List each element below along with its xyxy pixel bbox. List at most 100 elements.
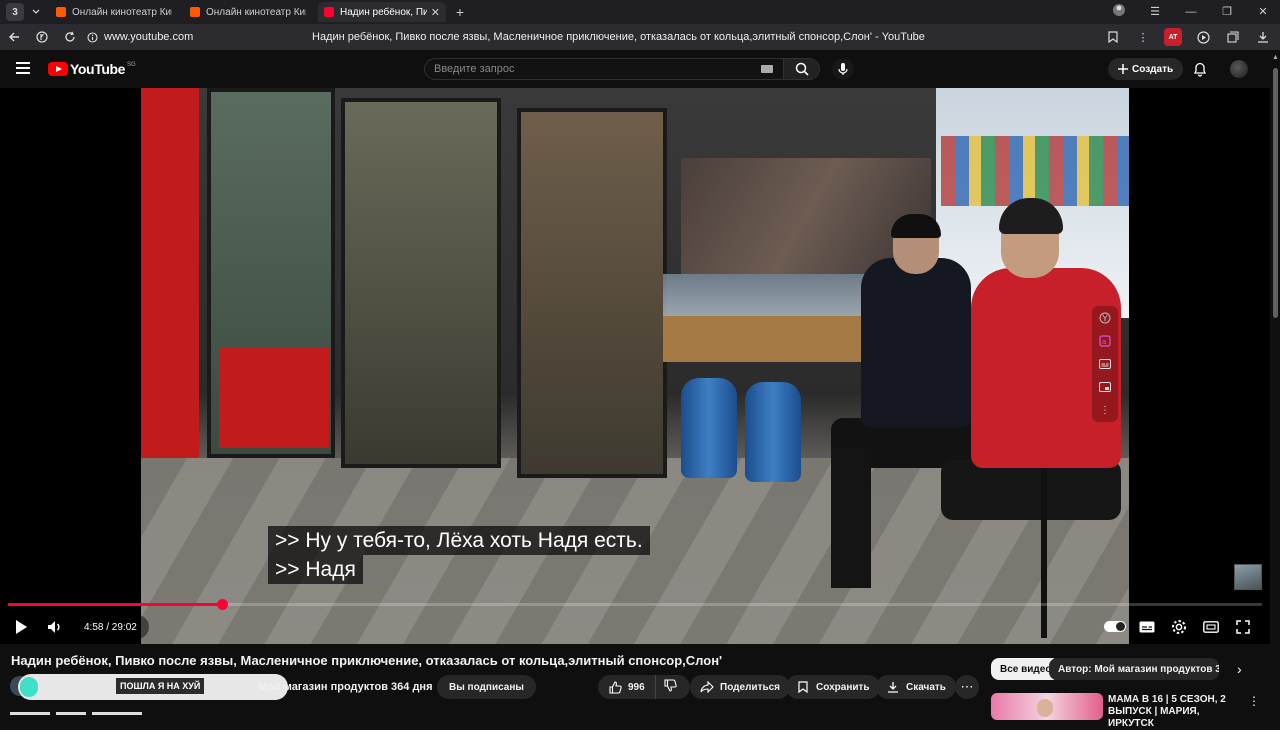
play-icon[interactable]	[10, 616, 32, 638]
bookmark-icon	[796, 680, 810, 694]
more-vertical-icon[interactable]: ⋮	[1134, 28, 1152, 46]
browser-tab-1[interactable]: Онлайн кинотеатр Кинопо	[50, 2, 178, 22]
tab-counter[interactable]: 3	[6, 3, 24, 21]
save-label: Сохранить	[816, 681, 870, 693]
video-title: Надин ребёнок, Пивко после язвы, Маслени…	[11, 653, 723, 668]
share-icon	[700, 680, 714, 694]
minimize-icon[interactable]: —	[1184, 6, 1198, 18]
close-tab-icon[interactable]: ✕	[431, 6, 440, 19]
miniplayer-thumbnail[interactable]	[1234, 564, 1262, 590]
guide-menu-icon[interactable]	[16, 62, 30, 74]
save-button[interactable]: Сохранить	[786, 675, 880, 699]
download-label: Скачать	[906, 681, 946, 693]
chip-by-author[interactable]: Автор: Мой магазин продуктов 364 дня	[1049, 658, 1219, 680]
overlay-text: ПОШЛА Я НА ХУЙ	[116, 678, 205, 694]
autoplay-toggle[interactable]	[1104, 621, 1126, 632]
country-code: SG	[127, 62, 136, 68]
related-filter-chips: Все видео Автор: Мой магазин продуктов 3…	[991, 658, 1261, 682]
collections-icon[interactable]	[1224, 28, 1242, 46]
more-vertical-icon[interactable]: ⋮	[1248, 694, 1260, 708]
thumbs-down-icon	[664, 679, 677, 695]
more-vertical-icon[interactable]: ⋮	[1097, 402, 1113, 418]
youtube-logo-text: YouTube	[70, 61, 126, 77]
download-button[interactable]: Скачать	[876, 675, 956, 699]
restore-icon[interactable]: ❐	[1220, 5, 1234, 18]
translate-icon[interactable]: AT	[1164, 28, 1182, 46]
share-label: Поделиться	[720, 681, 781, 693]
keyboard-icon[interactable]	[761, 65, 773, 73]
microphone-icon	[838, 63, 848, 75]
gear-icon[interactable]	[1168, 616, 1190, 638]
progress-bar[interactable]	[8, 599, 1262, 610]
scrollbar-thumb[interactable]	[1273, 68, 1278, 318]
kinopoisk-favicon-icon	[56, 7, 66, 17]
scroll-up-icon[interactable]: ▲	[1272, 54, 1279, 61]
bell-icon[interactable]	[1192, 60, 1208, 78]
site-info-icon[interactable]	[84, 24, 100, 50]
dislike-button[interactable]	[656, 679, 685, 695]
caption-line: >> Ну у тебя-то, Лёха хоть Надя есть.	[268, 526, 650, 555]
progress-played	[8, 603, 223, 606]
translate-icon[interactable]: а	[1097, 333, 1113, 349]
more-actions-button[interactable]: ⋯	[955, 675, 979, 699]
like-button[interactable]: 996	[598, 675, 656, 699]
time-display: 4:58 / 29:02	[72, 615, 149, 639]
theater-mode-icon[interactable]	[1200, 616, 1222, 638]
menu-icon[interactable]: ☰	[1148, 5, 1162, 18]
browser-tab-active[interactable]: Надин ребёнок, Пивко ✕	[318, 2, 446, 22]
tab-title: Онлайн кинотеатр Кинопо	[206, 6, 306, 18]
youtube-masthead: YouTube SG Создать	[0, 50, 1280, 88]
video-player[interactable]: Coca-Cola >> Ну у тебя-то, Лёха хоть Над…	[0, 88, 1270, 644]
plus-icon	[1118, 64, 1128, 74]
video-actions-row: ПОШЛА Я НА ХУЙ Мой магазин продуктов 364…	[0, 674, 985, 700]
search-input[interactable]	[434, 63, 754, 75]
tab-title: Онлайн кинотеатр Кинопо	[72, 6, 172, 18]
yandex-icon[interactable]	[1097, 310, 1113, 326]
bookmark-icon[interactable]	[1104, 28, 1122, 46]
fullscreen-icon[interactable]	[1232, 616, 1254, 638]
caption-window: >> Ну у тебя-то, Лёха хоть Надя есть. >>…	[268, 526, 650, 584]
svg-text:а: а	[1102, 338, 1106, 346]
account-avatar[interactable]	[1230, 60, 1248, 78]
page-scrollbar[interactable]: ▲	[1271, 50, 1280, 720]
subscribed-button[interactable]: Вы подписаны	[437, 675, 536, 699]
reload-icon[interactable]	[56, 24, 84, 50]
extension-side-panel: а ⋮	[1092, 306, 1118, 422]
recommendation-title[interactable]: МАМА В 16 | 5 СЕЗОН, 2 ВЫПУСК | МАРИЯ, И…	[1108, 694, 1244, 730]
tabs-dropdown-icon[interactable]	[28, 4, 44, 20]
yandex-icon[interactable]	[28, 24, 56, 50]
close-window-icon[interactable]: ✕	[1256, 5, 1270, 18]
voice-search-button[interactable]	[832, 58, 854, 80]
share-button[interactable]: Поделиться	[690, 675, 791, 699]
subtitles-icon[interactable]	[1136, 616, 1158, 638]
create-label: Создать	[1132, 63, 1174, 75]
youtube-logo[interactable]: YouTube SG	[48, 61, 136, 77]
search-box	[424, 58, 784, 80]
description-preview	[10, 712, 210, 720]
page-title-text: Надин ребёнок, Пивко после язвы, Маслени…	[312, 31, 925, 43]
download-icon[interactable]	[1254, 28, 1272, 46]
media-icon[interactable]	[1194, 28, 1212, 46]
kinopoisk-favicon-icon	[190, 7, 200, 17]
chevron-right-icon[interactable]: ›	[1237, 661, 1242, 677]
back-icon[interactable]	[0, 24, 28, 50]
url-text[interactable]: www.youtube.com	[104, 31, 304, 43]
recommendation-thumbnail[interactable]	[991, 693, 1103, 720]
overlay-popup: ПОШЛА Я НА ХУЙ	[18, 674, 288, 700]
search-button[interactable]	[784, 58, 820, 80]
like-dislike-group: 996	[598, 675, 690, 699]
youtube-logo-icon	[48, 62, 68, 76]
thumbs-up-icon	[608, 680, 622, 694]
new-tab-icon[interactable]: +	[452, 4, 468, 20]
tab-title: Надин ребёнок, Пивко	[340, 6, 427, 18]
subtitles-icon[interactable]	[1097, 356, 1113, 372]
volume-icon[interactable]	[44, 616, 66, 638]
create-button[interactable]: Создать	[1108, 58, 1184, 80]
overlay-accent	[20, 677, 38, 697]
picture-in-picture-icon[interactable]	[1097, 379, 1113, 395]
channel-name[interactable]: Мой магазин продуктов 364 дня	[258, 681, 433, 693]
profile-icon[interactable]	[1112, 3, 1126, 20]
caption-line: >> Надя	[268, 555, 363, 584]
browser-tab-2[interactable]: Онлайн кинотеатр Кинопо	[184, 2, 312, 22]
player-controls: 4:58 / 29:02	[0, 610, 1270, 644]
